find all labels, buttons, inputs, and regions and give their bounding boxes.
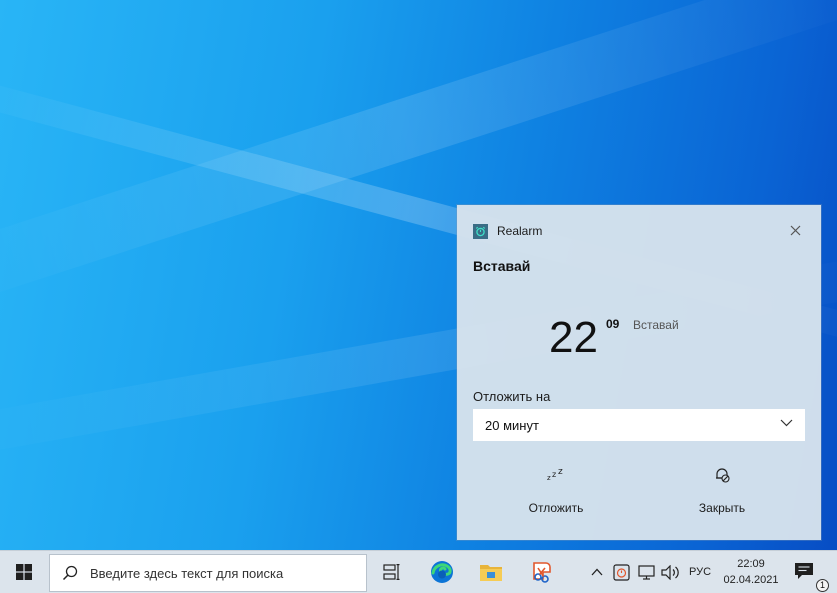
- search-icon: [50, 565, 90, 581]
- snooze-duration-label: Отложить на: [473, 389, 551, 404]
- taskbar-clock[interactable]: 22:09 02.04.2021: [719, 551, 783, 593]
- alarm-minutes: 09: [606, 317, 620, 331]
- task-view-icon: [383, 564, 400, 580]
- snipping-tool-taskbar-button[interactable]: [518, 551, 564, 593]
- snipping-tool-icon: [533, 562, 551, 583]
- alarm-hours: 22: [549, 313, 598, 362]
- notification-header: Realarm: [473, 223, 542, 239]
- alarm-label: Вставай: [633, 318, 679, 332]
- file-explorer-icon: [480, 565, 502, 581]
- alarm-off-icon: [713, 463, 731, 487]
- file-explorer-taskbar-button[interactable]: [468, 551, 514, 593]
- snooze-button-label: Отложить: [528, 501, 584, 515]
- realarm-tray-icon: [612, 563, 630, 581]
- network-button[interactable]: [636, 551, 656, 593]
- task-view-button[interactable]: [369, 551, 415, 593]
- windows-logo-icon: [16, 564, 32, 580]
- close-notification-button[interactable]: [787, 222, 803, 238]
- dismiss-button-label: Закрыть: [698, 501, 746, 515]
- alarm-notification[interactable]: Realarm Вставай 22 09 Вставай Отложить н…: [457, 205, 821, 540]
- snooze-duration-dropdown[interactable]: 20 минут: [473, 409, 805, 441]
- start-button[interactable]: [0, 551, 48, 593]
- screen: Realarm Вставай 22 09 Вставай Отложить н…: [0, 0, 837, 593]
- snooze-button[interactable]: z z z Отложить: [490, 463, 622, 523]
- realarm-tray-button[interactable]: [611, 551, 631, 593]
- realarm-app-icon: [473, 223, 488, 239]
- volume-icon: [661, 564, 679, 580]
- notification-count-badge: 1: [816, 579, 829, 592]
- zzz-icon: z z z: [546, 463, 566, 487]
- snooze-duration-value: 20 минут: [485, 417, 539, 433]
- taskbar-search-box[interactable]: Введите здесь текст для поиска: [49, 554, 367, 592]
- svg-text:z: z: [547, 474, 551, 482]
- input-language-indicator[interactable]: РУС: [683, 551, 717, 593]
- search-placeholder: Введите здесь текст для поиска: [90, 565, 284, 581]
- close-icon: [790, 225, 800, 235]
- notification-title: Вставай: [473, 258, 531, 274]
- tray-overflow-button[interactable]: [588, 551, 606, 593]
- chevron-up-icon: [591, 568, 603, 576]
- dismiss-button[interactable]: Закрыть: [656, 463, 788, 523]
- edge-browser-icon: [431, 561, 453, 583]
- action-center-button[interactable]: 1: [787, 551, 829, 593]
- edge-taskbar-button[interactable]: [419, 551, 465, 593]
- network-icon: [637, 564, 655, 580]
- chevron-down-icon: [780, 419, 793, 427]
- svg-text:z: z: [558, 468, 563, 477]
- svg-text:z: z: [552, 470, 556, 479]
- taskbar: Введите здесь текст для поиска РУС 22:09…: [0, 550, 837, 593]
- volume-button[interactable]: [659, 551, 681, 593]
- alarm-time-display: 22 09 Вставай: [549, 313, 789, 363]
- notification-app-name: Realarm: [497, 224, 543, 238]
- action-center-icon-wrap: 1: [794, 559, 829, 592]
- taskbar-date: 02.04.2021: [723, 574, 779, 586]
- action-center-icon: [795, 563, 813, 579]
- taskbar-time: 22:09: [737, 558, 765, 570]
